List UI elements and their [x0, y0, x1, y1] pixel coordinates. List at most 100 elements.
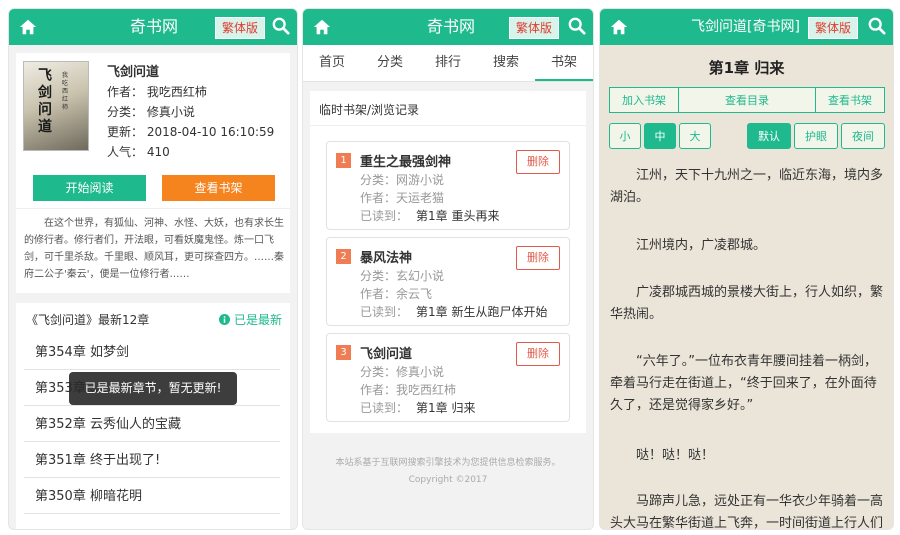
label: 分类：: [360, 269, 397, 283]
theme-night-button[interactable]: 夜间: [841, 123, 885, 149]
label: 已读到：: [360, 305, 409, 319]
shelf-author: 作者：余云飞: [360, 285, 432, 302]
shelf-author: 作者：天运老猫: [360, 189, 444, 206]
view-shelf-button[interactable]: 查看书架: [162, 175, 275, 201]
rank-badge: 3: [336, 345, 351, 360]
book-updated: 更新： 2018-04-10 16:10:59: [107, 125, 275, 139]
reader-title: 飞剑问道[奇书网]: [691, 19, 800, 35]
chapter-row[interactable]: 第352章 云秀仙人的宝藏: [24, 407, 280, 442]
shelf-author: 作者：我吃西红柿: [360, 381, 456, 398]
book-title: 飞剑问道: [107, 65, 160, 80]
bookshelf-panel: 奇书网 繁体版 首页 分类 排行 搜索 书架 临时书架/浏览记录 1 重生之最强…: [302, 8, 594, 530]
top-bar: 奇书网 繁体版: [9, 9, 297, 45]
shelf-item[interactable]: 1 重生之最强剑神 分类：网游小说 作者：天运老猫 已读到： 第1章 重头再来 删…: [326, 141, 570, 230]
category-value: 修真小说: [396, 365, 445, 379]
chapter-row[interactable]: 第350章 柳暗花明: [24, 479, 280, 514]
content-paragraph: 哒！哒！哒！: [636, 448, 715, 463]
shelf-progress: 已读到： 第1章 重头再来: [360, 207, 499, 224]
shelf-progress: 已读到： 第1章 新生从跑尸体开始: [360, 303, 547, 320]
book-detail-panel: 奇书网 繁体版 飞剑问道 我吃西红柿 飞剑问道 作者： 我吃西红柿 分类： 修真…: [8, 8, 298, 530]
nav-tabs: 首页 分类 排行 搜索 书架: [303, 45, 593, 82]
search-icon[interactable]: [868, 17, 886, 35]
chapter-title: 第1章 归来: [708, 59, 785, 77]
home-icon[interactable]: [19, 18, 37, 36]
tab-home[interactable]: 首页: [303, 45, 361, 81]
book-info-card: 飞剑问道 我吃西红柿 飞剑问道 作者： 我吃西红柿 分类： 修真小说 更新： 2…: [16, 53, 290, 293]
tab-category[interactable]: 分类: [361, 45, 419, 81]
table-of-contents-button[interactable]: 查看目录: [678, 87, 816, 113]
label: 分类：: [360, 365, 397, 379]
latest-header: 《飞剑问道》最新12章: [26, 313, 150, 327]
site-title: 奇书网: [427, 17, 476, 36]
read-to-link[interactable]: 第1章 重头再来: [416, 209, 499, 223]
author-value: 我吃西红柿: [396, 383, 457, 397]
top-bar: 奇书网 繁体版: [303, 9, 593, 45]
font-large-button[interactable]: 大: [679, 123, 711, 149]
divider: [16, 208, 290, 209]
traditional-toggle-button[interactable]: 繁体版: [215, 17, 266, 39]
top-bar: 飞剑问道[奇书网] 繁体版: [600, 9, 893, 45]
tab-shelf[interactable]: 书架: [535, 45, 593, 81]
cover-author: 我吃西红柿: [62, 72, 69, 111]
shelf-item[interactable]: 2 暴风法神 分类：玄幻小说 作者：余云飞 已读到： 第1章 新生从跑尸体开始 删…: [326, 237, 570, 326]
tab-search[interactable]: 搜索: [477, 45, 535, 81]
shelf-category: 分类：修真小说: [360, 363, 444, 380]
shelf-category: 分类：网游小说: [360, 171, 444, 188]
shelf-item[interactable]: 3 飞剑问道 分类：修真小说 作者：我吃西红柿 已读到： 第1章 归来 删除: [326, 333, 570, 422]
search-icon[interactable]: [568, 17, 586, 35]
reader-panel: 飞剑问道[奇书网] 繁体版 第1章 归来 加入书架 查看目录 查看书架 小 中 …: [599, 8, 894, 530]
shelf-book-name[interactable]: 暴风法神: [360, 247, 412, 266]
label: 作者：: [360, 383, 397, 397]
traditional-toggle-button[interactable]: 繁体版: [808, 17, 859, 39]
home-icon[interactable]: [313, 18, 331, 36]
content-paragraph: 江州境内，广凌郡城。: [636, 238, 767, 253]
site-title: 奇书网: [130, 17, 179, 36]
content-paragraph: 江州，天下十九州之一，临近东海，境内多湖泊。: [610, 168, 884, 205]
content-paragraph: 广凌郡城西城的景楼大街上，行人如织，繁华热闹。: [610, 285, 884, 322]
theme-eye-button[interactable]: 护眼: [794, 123, 838, 149]
view-shelf-button[interactable]: 查看书架: [815, 87, 885, 113]
delete-button[interactable]: 删除: [516, 246, 560, 270]
home-icon[interactable]: [610, 18, 628, 36]
label: 已读到：: [360, 209, 409, 223]
read-to-link[interactable]: 第1章 归来: [416, 401, 475, 415]
shelf-book-name[interactable]: 飞剑问道: [360, 343, 412, 362]
footer-notice: 本站系基于互联网搜索引擎技术为您提供信息检索服务。: [335, 458, 561, 468]
author-value: 余云飞: [396, 287, 433, 301]
chapter-row[interactable]: 第351章 终于出现了!: [24, 443, 280, 478]
info-circle-icon: [219, 314, 231, 325]
label: 作者：: [360, 191, 397, 205]
search-icon[interactable]: [272, 17, 290, 35]
book-category: 分类： 修真小说: [107, 105, 195, 119]
theme-default-button[interactable]: 默认: [747, 123, 791, 149]
shelf-book-name[interactable]: 重生之最强剑神: [360, 151, 451, 170]
category-value: 玄幻小说: [396, 269, 445, 283]
read-to-link[interactable]: 第1章 新生从跑尸体开始: [416, 305, 547, 319]
rank-badge: 1: [336, 153, 351, 168]
content-paragraph: 马蹄声儿急，远处正有一华衣少年骑着一高头大马在繁华街道上飞奔，一时间街道上行人们…: [610, 494, 884, 530]
font-medium-button[interactable]: 中: [644, 123, 676, 149]
font-small-button[interactable]: 小: [609, 123, 641, 149]
book-popularity: 人气： 410: [107, 145, 170, 159]
book-description: 在这个世界，有狐仙、河神、水怪、大妖，也有求长生的修行者。修行者们，开法眼，可看…: [24, 218, 284, 280]
delete-button[interactable]: 删除: [516, 150, 560, 174]
label: 分类：: [360, 173, 397, 187]
footer-copyright: Copyright ©2017: [408, 475, 488, 485]
toast-message: 已是最新章节，暂无更新!: [69, 372, 237, 405]
traditional-toggle-button[interactable]: 繁体版: [509, 17, 560, 39]
book-cover: 飞剑问道 我吃西红柿: [23, 61, 89, 151]
rank-badge: 2: [336, 249, 351, 264]
chapter-row[interactable]: 第354章 如梦剑: [24, 335, 280, 370]
content-paragraph: “六年了。”一位布衣青年腰间挂着一柄剑，牵着马行走在街道上，“终于回来了，在外面…: [610, 354, 877, 413]
start-reading-button[interactable]: 开始阅读: [33, 175, 146, 201]
divider: [310, 125, 586, 126]
author-value: 天运老猫: [396, 191, 445, 205]
shelf-heading: 临时书架/浏览记录: [319, 103, 420, 117]
label: 作者：: [360, 287, 397, 301]
delete-button[interactable]: 删除: [516, 342, 560, 366]
tab-ranking[interactable]: 排行: [419, 45, 477, 81]
add-to-shelf-button[interactable]: 加入书架: [609, 87, 679, 113]
shelf-category: 分类：玄幻小说: [360, 267, 444, 284]
label: 已读到：: [360, 401, 409, 415]
shelf-progress: 已读到： 第1章 归来: [360, 399, 475, 416]
